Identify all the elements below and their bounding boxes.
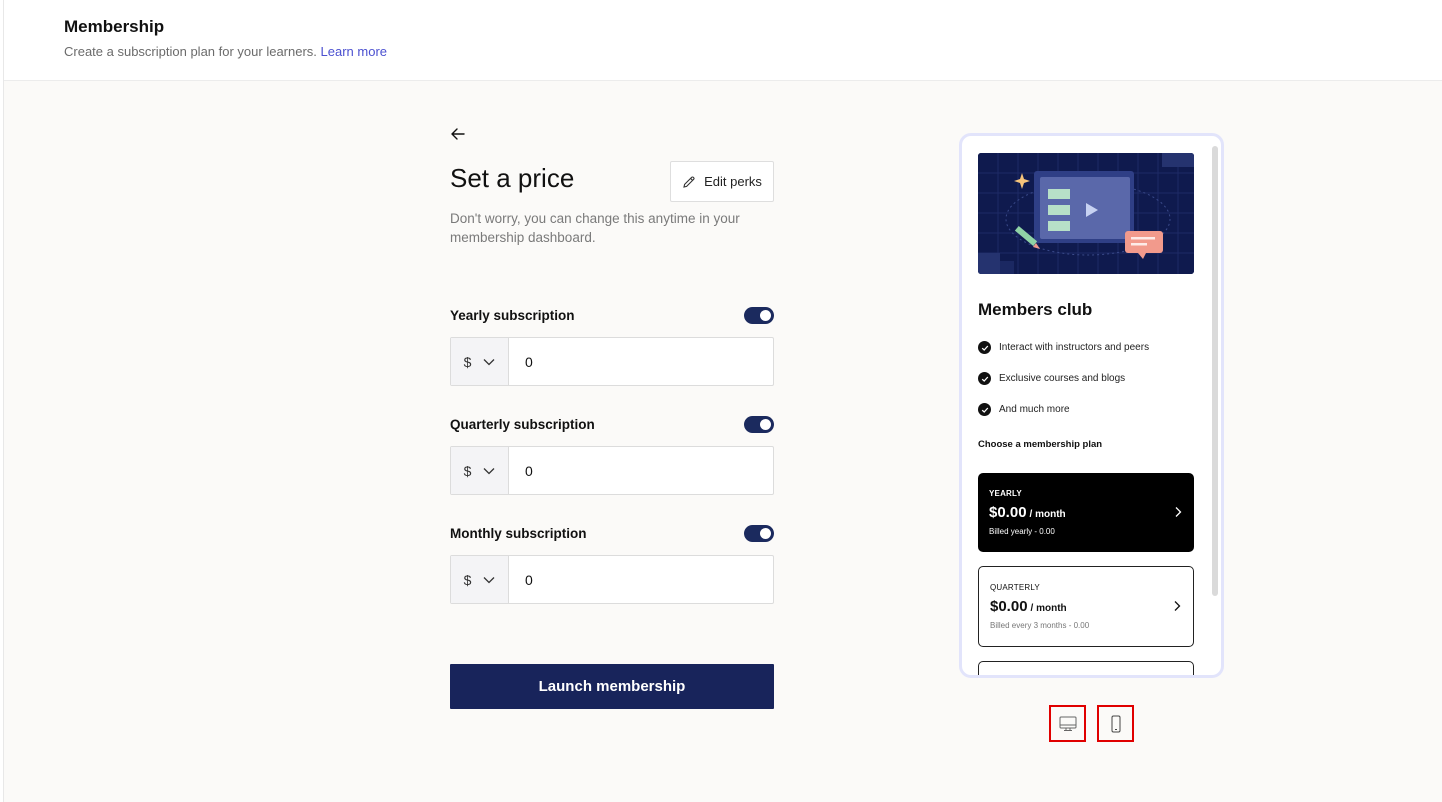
- back-arrow-icon[interactable]: [448, 124, 468, 144]
- plan-price: $0.00/ month: [990, 598, 1067, 615]
- chevron-down-icon: [483, 576, 495, 583]
- quarterly-price-row: $: [450, 446, 774, 495]
- perk-item: Exclusive courses and blogs: [978, 372, 1125, 385]
- check-circle-icon: [978, 403, 991, 416]
- yearly-price-row: $: [450, 337, 774, 386]
- chevron-down-icon: [483, 358, 495, 365]
- check-circle-icon: [978, 341, 991, 354]
- yearly-currency-select[interactable]: $: [451, 338, 509, 385]
- plan-price-value: $0.00: [989, 504, 1027, 521]
- monthly-subscription-toggle[interactable]: [744, 525, 774, 542]
- quarterly-subscription-toggle[interactable]: [744, 416, 774, 433]
- launch-membership-button[interactable]: Launch membership: [450, 664, 774, 709]
- preview-title: Members club: [978, 300, 1093, 319]
- plan-type: QUARTERLY: [990, 583, 1040, 592]
- helper-text: Don't worry, you can change this anytime…: [450, 211, 740, 245]
- perk-item: And much more: [978, 403, 1070, 416]
- currency-symbol: $: [463, 571, 472, 588]
- perk-text: Exclusive courses and blogs: [999, 373, 1126, 384]
- perk-text: Interact with instructors and peers: [999, 342, 1150, 353]
- edit-perks-label: Edit perks: [704, 174, 762, 189]
- choose-plan-label: Choose a membership plan: [978, 439, 1103, 450]
- plan-price-value: $0.00: [990, 598, 1028, 615]
- yearly-subscription-label: Yearly subscription: [450, 308, 575, 323]
- monthly-price-input[interactable]: [509, 556, 773, 603]
- set-price-title: Set a price: [450, 163, 575, 193]
- chevron-right-icon: [1174, 601, 1181, 611]
- monthly-price-row: $: [450, 555, 774, 604]
- page-title: Membership: [64, 17, 165, 36]
- chevron-right-icon: [1175, 507, 1182, 517]
- chevron-down-icon: [483, 467, 495, 474]
- monthly-subscription-label: Monthly subscription: [450, 526, 587, 541]
- plan-card-yearly[interactable]: YEARLY $0.00/ month Billed yearly - 0.00: [978, 473, 1194, 552]
- currency-symbol: $: [463, 353, 472, 370]
- pencil-icon: [683, 175, 695, 188]
- yearly-subscription-toggle[interactable]: [744, 307, 774, 324]
- membership-preview: Members club Interact with instructors a…: [959, 133, 1224, 678]
- plan-price-period: / month: [1029, 509, 1066, 520]
- page-subtitle: Create a subscription plan for your lear…: [64, 44, 387, 59]
- preview-scrollbar[interactable]: [1212, 146, 1218, 596]
- plan-price: $0.00/ month: [989, 504, 1066, 521]
- check-circle-icon: [978, 372, 991, 385]
- mobile-preview-button[interactable]: [1097, 705, 1134, 742]
- plan-card-monthly[interactable]: [978, 661, 1194, 675]
- plan-type: YEARLY: [989, 489, 1022, 498]
- currency-symbol: $: [463, 462, 472, 479]
- plan-card-quarterly[interactable]: QUARTERLY $0.00/ month Billed every 3 mo…: [978, 566, 1194, 647]
- plan-price-period: / month: [1030, 603, 1067, 614]
- plan-billing: Billed yearly - 0.00: [989, 527, 1055, 536]
- quarterly-price-input[interactable]: [509, 447, 773, 494]
- yearly-price-input[interactable]: [509, 338, 773, 385]
- monitor-icon: [1059, 716, 1076, 731]
- edit-perks-button[interactable]: Edit perks: [670, 161, 774, 202]
- perk-item: Interact with instructors and peers: [978, 341, 1149, 354]
- desktop-preview-button[interactable]: [1049, 705, 1086, 742]
- monthly-currency-select[interactable]: $: [451, 556, 509, 603]
- quarterly-subscription-label: Quarterly subscription: [450, 417, 595, 432]
- learn-more-link[interactable]: Learn more: [321, 44, 387, 59]
- hero-illustration: [978, 153, 1194, 274]
- plan-billing: Billed every 3 months - 0.00: [990, 621, 1090, 630]
- subtitle-text: Create a subscription plan for your lear…: [64, 44, 317, 59]
- page-header: Membership Create a subscription plan fo…: [4, 0, 1442, 81]
- window-edge: [0, 0, 4, 802]
- perk-text: And much more: [999, 404, 1070, 415]
- quarterly-currency-select[interactable]: $: [451, 447, 509, 494]
- smartphone-icon: [1111, 715, 1120, 732]
